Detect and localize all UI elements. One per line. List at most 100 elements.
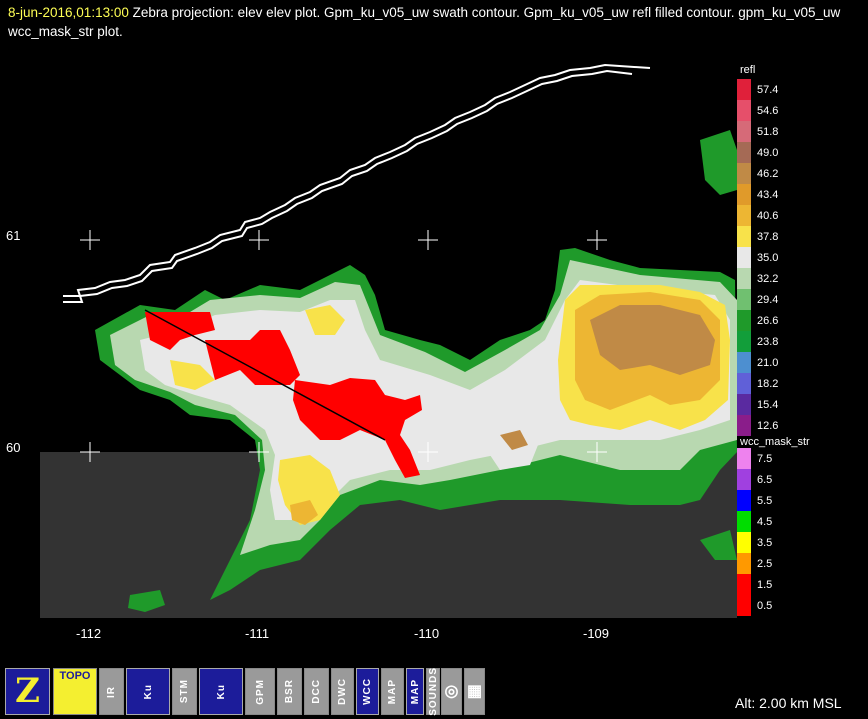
stm-icon: STM (179, 679, 190, 704)
toolbar-button-topo[interactable]: TOPO (53, 668, 97, 715)
toolbar-button-ir[interactable]: IR (99, 668, 124, 715)
target-icon: ◎ (444, 683, 459, 700)
wcc-colorbar-label: 6.5 (757, 473, 773, 486)
refl-colorbar-label: 15.4 (757, 398, 779, 411)
refl-colorbar-label: 37.8 (757, 230, 779, 243)
wcc-colorbar-swatch (737, 490, 751, 511)
toolbar-button-map[interactable]: MAP (406, 668, 424, 715)
sounds-icon: SOUNDS (427, 667, 439, 716)
wcc-colorbar-label: 4.5 (757, 515, 773, 528)
refl-colorbar-row: 35.0 (737, 247, 778, 268)
refl-colorbar-label: 51.8 (757, 125, 779, 138)
lon-label-minus109: -109 (583, 626, 610, 641)
refl-colorbar-label: 32.2 (757, 272, 779, 285)
refl-colorbar-label: 49.0 (757, 146, 779, 159)
wcc-colorbar-title: wcc_mask_str (740, 436, 810, 448)
wcc-colorbar-row: 1.5 (737, 574, 772, 595)
refl-colorbar-row: 29.4 (737, 289, 778, 310)
lon-label-minus111: -111 (245, 626, 270, 641)
wcc-icon: WCC (362, 678, 373, 705)
wcc-colorbar-row: 7.5 (737, 448, 772, 469)
refl-colorbar-swatch (737, 373, 751, 394)
wcc-colorbar-swatch (737, 532, 751, 553)
refl-colorbar-swatch (737, 79, 751, 100)
dwc-icon: DWC (337, 678, 348, 705)
refl-colorbar-swatch (737, 142, 751, 163)
topo-icon: TOPO (59, 670, 91, 682)
refl-colorbar: refl 57.4 54.6 51.8 49.0 46.2 43.4 40.6 37.8 35.… (737, 62, 862, 440)
toolbar-button-wcc[interactable]: WCC (356, 668, 379, 715)
wcc-colorbar-swatch (737, 574, 751, 595)
refl-colorbar-swatch (737, 121, 751, 142)
refl-colorbar-row: 21.0 (737, 352, 778, 373)
wcc-colorbar-label: 0.5 (757, 599, 773, 612)
toolbar-button-ku[interactable]: Ku (126, 668, 170, 715)
refl-colorbar-row: 37.8 (737, 226, 778, 247)
toolbar-button-ku-gpm[interactable]: Ku (199, 668, 243, 715)
refl-colorbar-row: 49.0 (737, 142, 778, 163)
wcc-colorbar-swatch (737, 469, 751, 490)
altitude-readout: Alt: 2.00 km MSL (735, 695, 842, 711)
refl-colorbar-swatch (737, 184, 751, 205)
refl-colorbar-label: 35.0 (757, 251, 779, 264)
ku-gpm-icon: Ku (215, 683, 227, 700)
wcc-colorbar-label: 7.5 (757, 452, 773, 465)
toolbar-button-dwc[interactable]: DWC (331, 668, 354, 715)
refl-colorbar-label: 23.8 (757, 335, 779, 348)
wcc-colorbar-row: 3.5 (737, 532, 772, 553)
refl-colorbar-title: refl (740, 64, 756, 76)
refl-colorbar-row: 54.6 (737, 100, 778, 121)
gpm-sf-icon: GPM (254, 678, 266, 705)
lon-label-minus110: -110 (414, 626, 440, 641)
wcc-colorbar-swatch (737, 553, 751, 574)
toolbar-button-sounds[interactable]: SOUNDS (426, 667, 440, 716)
refl-colorbar-label: 12.6 (757, 419, 779, 432)
toolbar-button-zebra-logo[interactable]: Z (5, 668, 50, 715)
toolbar-button-stm[interactable]: STM (172, 668, 197, 715)
wcc-colorbar-row: 6.5 (737, 469, 772, 490)
refl-colorbar-row: 40.6 (737, 205, 778, 226)
toolbar-button-map-us[interactable]: MAP (381, 668, 404, 715)
wcc-colorbar-label: 5.5 (757, 494, 773, 507)
refl-colorbar-swatch (737, 331, 751, 352)
refl-colorbar-label: 18.2 (757, 377, 779, 390)
refl-colorbar-swatch (737, 205, 751, 226)
refl-colorbar-row: 18.2 (737, 373, 778, 394)
refl-colorbar-swatch (737, 415, 751, 436)
ku-icon: Ku (142, 683, 154, 700)
toolbar-button-dcc[interactable]: DCC (304, 668, 329, 715)
wcc-colorbar: wcc_mask_str 7.5 6.5 5.5 4.5 3.5 2.5 1.5 0.5 (737, 436, 862, 656)
refl-colorbar-label: 57.4 (757, 83, 779, 96)
refl-colorbar-row: 23.8 (737, 331, 778, 352)
refl-colorbar-swatch (737, 163, 751, 184)
refl-colorbar-swatch (737, 268, 751, 289)
wcc-colorbar-label: 3.5 (757, 536, 773, 549)
refl-colorbar-label: 21.0 (757, 356, 779, 369)
wcc-colorbar-row: 0.5 (737, 595, 772, 616)
dcc-icon: DCC (311, 679, 322, 704)
bsr-icon: BSR (284, 679, 295, 704)
toolbar-button-target[interactable]: ◎ (441, 668, 462, 715)
refl-colorbar-row: 15.4 (737, 394, 778, 415)
refl-colorbar-swatch (737, 289, 751, 310)
refl-colorbar-swatch (737, 394, 751, 415)
wcc-colorbar-row: 2.5 (737, 553, 772, 574)
toolbar-button-grid[interactable]: ▦ (464, 668, 485, 715)
refl-colorbar-swatch (737, 226, 751, 247)
lon-label-minus112: -112 (76, 626, 102, 641)
refl-colorbar-row: 46.2 (737, 163, 778, 184)
ir-icon: IR (106, 685, 117, 698)
refl-colorbar-swatch (737, 247, 751, 268)
map-us-icon: MAP (387, 678, 398, 705)
refl-colorbar-swatch (737, 100, 751, 121)
lat-label-60: 60 (6, 440, 21, 455)
wcc-colorbar-label: 2.5 (757, 557, 773, 570)
lat-label-61: 61 (6, 228, 21, 243)
toolbar-button-bsr[interactable]: BSR (277, 668, 302, 715)
refl-colorbar-row: 57.4 (737, 79, 778, 100)
map-icon: MAP (409, 678, 421, 705)
refl-colorbar-swatch (737, 352, 751, 373)
toolbar-button-gpm-sf[interactable]: GPM (245, 668, 275, 715)
refl-colorbar-row: 51.8 (737, 121, 778, 142)
refl-colorbar-row: 12.6 (737, 415, 778, 436)
